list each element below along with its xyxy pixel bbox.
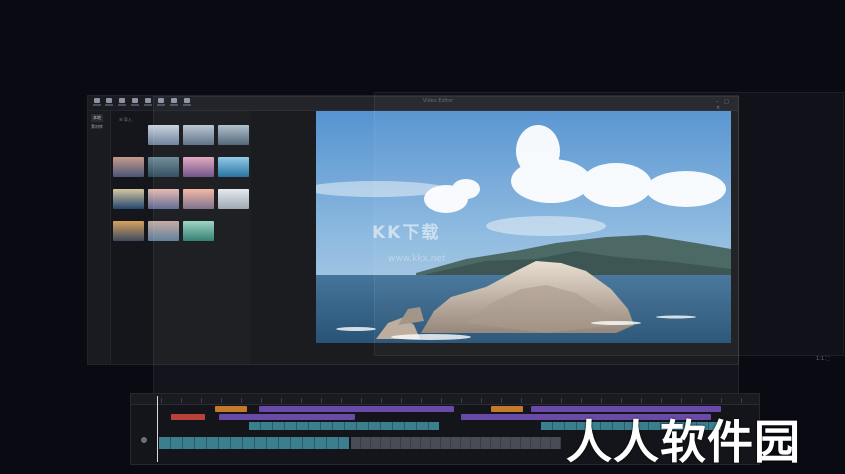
media-thumbnail[interactable] xyxy=(113,189,144,209)
ruler-tick xyxy=(521,398,522,403)
media-icon[interactable] xyxy=(92,98,102,108)
timeline-clip[interactable] xyxy=(259,406,454,412)
timeline-playhead[interactable] xyxy=(157,396,158,462)
ruler-tick xyxy=(201,398,202,403)
ruler-tick xyxy=(261,398,262,403)
ruler-tick xyxy=(181,398,182,403)
ruler-tick xyxy=(381,398,382,403)
site-watermark-url: www.kkx.net xyxy=(388,254,446,264)
ruler-tick xyxy=(481,398,482,403)
ruler-tick xyxy=(361,398,362,403)
timeline-clip[interactable] xyxy=(491,406,523,412)
corner-watermark: 人人软件园 xyxy=(566,415,801,469)
site-watermark-logo: KK下载 xyxy=(372,223,441,243)
sidebar-item-local[interactable]: 本地 xyxy=(91,114,103,122)
ruler-tick xyxy=(581,398,582,403)
ruler-tick xyxy=(441,398,442,403)
timeline-clip[interactable] xyxy=(215,406,247,412)
ruler-tick xyxy=(501,398,502,403)
sticker-icon[interactable] xyxy=(130,98,140,108)
ruler-tick xyxy=(641,398,642,403)
ruler-tick xyxy=(701,398,702,403)
timeline-clip[interactable] xyxy=(171,414,205,420)
effects-icon[interactable] xyxy=(143,98,153,108)
ruler-tick xyxy=(601,398,602,403)
ruler-tick xyxy=(241,398,242,403)
video-track[interactable] xyxy=(249,422,439,430)
ruler-tick xyxy=(721,398,722,403)
video-track[interactable] xyxy=(159,437,349,449)
audio-icon[interactable] xyxy=(104,98,114,108)
ruler-tick xyxy=(661,398,662,403)
media-sidebar: 本地 素材库 xyxy=(88,111,111,364)
import-label[interactable]: ☰ 导入 xyxy=(119,117,132,123)
ruler-tick xyxy=(421,398,422,403)
ruler-tick xyxy=(461,398,462,403)
ruler-tick xyxy=(621,398,622,403)
overlay-panel xyxy=(374,92,844,356)
ruler-tick xyxy=(401,398,402,403)
ruler-tick xyxy=(301,398,302,403)
timeline-clip[interactable] xyxy=(219,414,355,420)
record-icon[interactable] xyxy=(141,437,147,443)
ruler-tick xyxy=(161,398,162,403)
ruler-tick xyxy=(681,398,682,403)
ruler-tick xyxy=(221,398,222,403)
timeline-ruler[interactable] xyxy=(131,394,759,405)
media-thumbnail[interactable] xyxy=(113,221,144,241)
media-thumbnail[interactable] xyxy=(113,157,144,177)
ruler-tick xyxy=(321,398,322,403)
ruler-tick xyxy=(341,398,342,403)
preview-ratio[interactable]: 1:1 ⛶ xyxy=(816,356,829,362)
ruler-tick xyxy=(281,398,282,403)
sidebar-item-library[interactable]: 素材库 xyxy=(91,124,103,130)
ruler-tick xyxy=(561,398,562,403)
text-icon[interactable] xyxy=(117,98,127,108)
ruler-tick xyxy=(541,398,542,403)
ruler-tick xyxy=(741,398,742,403)
audio-track[interactable] xyxy=(351,437,561,449)
